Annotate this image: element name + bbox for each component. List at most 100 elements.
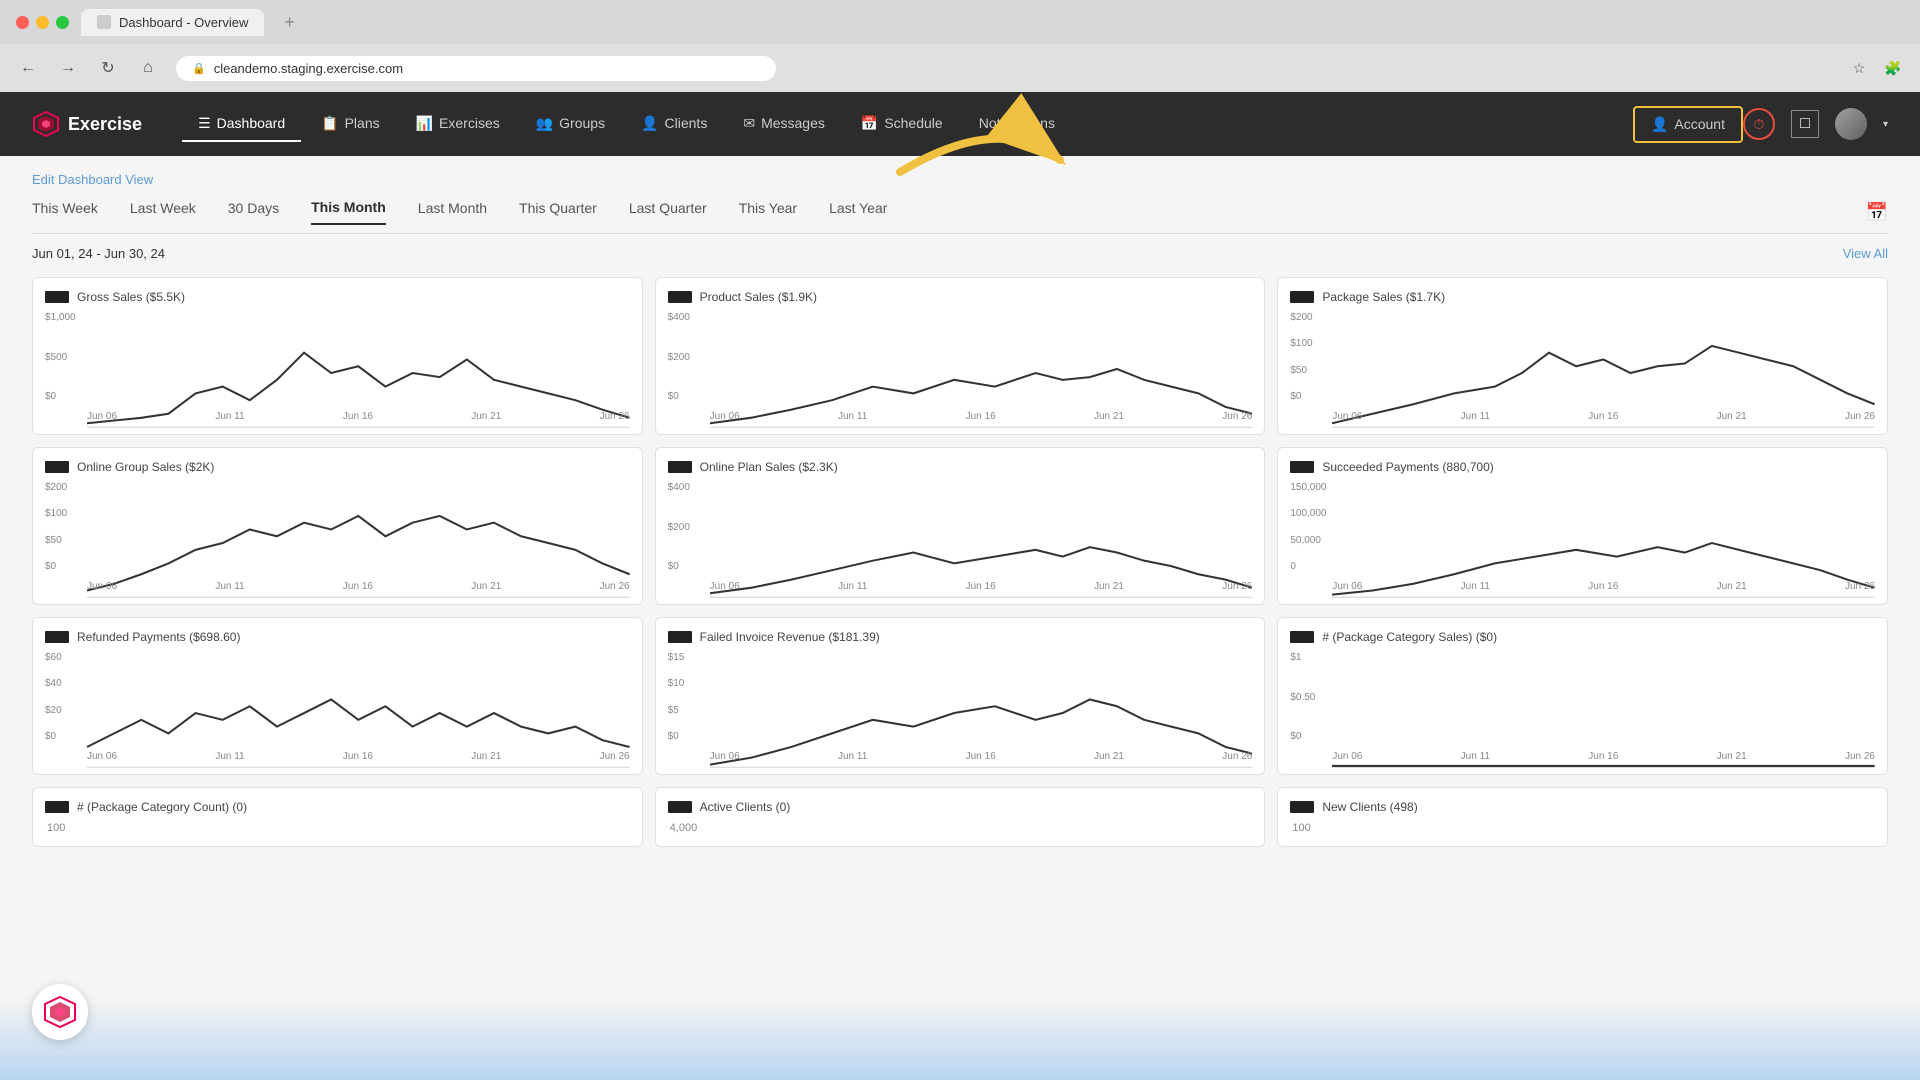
y-labels: $1 $0.50 $0 — [1290, 652, 1330, 742]
x-labels: Jun 06 Jun 11 Jun 16 Jun 21 Jun 26 — [87, 751, 630, 762]
chart-header: Failed Invoice Revenue ($181.39) — [668, 630, 1253, 644]
address-bar[interactable]: 🔒 cleandemo.staging.exercise.com — [176, 56, 776, 81]
chart-refunded-payments: Refunded Payments ($698.60) $60 $40 $20 … — [32, 617, 643, 775]
browser-tab[interactable]: Dashboard - Overview — [81, 9, 264, 36]
chart-legend-box — [668, 631, 692, 643]
y-labels: 150,000 100,000 50,000 0 — [1290, 482, 1330, 572]
groups-icon: 👥 — [536, 115, 553, 132]
nav-label-account: Account — [1674, 116, 1725, 132]
app-logo[interactable]: Exercise — [32, 110, 142, 138]
nav-item-schedule[interactable]: 📅 Schedule — [845, 107, 959, 142]
view-all-link[interactable]: View All — [1843, 246, 1888, 261]
avatar-image — [1835, 108, 1867, 140]
extension-icon[interactable]: 🧩 — [1882, 57, 1904, 79]
chart-title: # (Package Category Sales) ($0) — [1322, 630, 1497, 644]
floating-logo-icon — [42, 994, 78, 1030]
chart-title: Product Sales ($1.9K) — [700, 290, 817, 304]
chart-package-sales: Package Sales ($1.7K) $200 $100 $50 $0 J… — [1277, 277, 1888, 435]
forward-button[interactable]: → — [56, 56, 80, 80]
tab-this-quarter[interactable]: This Quarter — [519, 200, 597, 224]
chart-title: Active Clients (0) — [700, 800, 791, 814]
new-tab-button[interactable]: + — [284, 12, 295, 33]
nav-label-plans: Plans — [345, 115, 380, 131]
y-labels: $200 $100 $50 $0 — [45, 482, 85, 572]
chart-title: Package Sales ($1.7K) — [1322, 290, 1445, 304]
chart-legend-box — [668, 291, 692, 303]
account-icon: 👤 — [1651, 116, 1668, 133]
chart-area: $200 $100 $50 $0 Jun 06 Jun 11 Jun 16 Ju… — [1290, 312, 1875, 422]
avatar[interactable] — [1835, 108, 1867, 140]
y-labels: $1,000 $500 $0 — [45, 312, 85, 402]
chart-title: # (Package Category Count) (0) — [77, 800, 247, 814]
maximize-dot[interactable] — [56, 16, 69, 29]
history-icon[interactable]: ⏱ — [1743, 108, 1775, 140]
chart-title: Succeeded Payments (880,700) — [1322, 460, 1493, 474]
x-labels: Jun 06 Jun 11 Jun 16 Jun 21 Jun 26 — [1332, 581, 1875, 592]
tab-this-month[interactable]: This Month — [311, 199, 386, 225]
charts-grid: Gross Sales ($5.5K) $1,000 $500 $0 Jun 0… — [32, 277, 1888, 775]
window-icon[interactable]: □ — [1791, 110, 1819, 138]
chart-area: $400 $200 $0 Jun 06 Jun 11 Jun 16 Jun 21… — [668, 312, 1253, 422]
chart-header: Product Sales ($1.9K) — [668, 290, 1253, 304]
nav-item-dashboard[interactable]: ☰ Dashboard — [182, 107, 301, 142]
tab-last-week[interactable]: Last Week — [130, 200, 196, 224]
nav-item-exercises[interactable]: 📊 Exercises — [400, 107, 516, 142]
nav-label-clients: Clients — [665, 115, 708, 131]
close-dot[interactable] — [16, 16, 29, 29]
chart-header: # (Package Category Count) (0) — [45, 800, 630, 814]
exercises-icon: 📊 — [416, 115, 433, 132]
nav-item-groups[interactable]: 👥 Groups — [520, 107, 621, 142]
main-content: Edit Dashboard View This Week Last Week … — [0, 156, 1920, 1080]
nav-item-plans[interactable]: 📋 Plans — [305, 107, 395, 142]
browser-toolbar-right: ☆ 🧩 — [1848, 57, 1904, 79]
chart-succeeded-payments: Succeeded Payments (880,700) 150,000 100… — [1277, 447, 1888, 605]
nav-item-clients[interactable]: 👤 Clients — [625, 107, 723, 142]
refresh-button[interactable]: ↻ — [96, 56, 120, 80]
home-button[interactable]: ⌂ — [136, 56, 160, 80]
tab-last-quarter[interactable]: Last Quarter — [629, 200, 707, 224]
calendar-icon[interactable]: 📅 — [1866, 202, 1888, 223]
tab-this-year[interactable]: This Year — [739, 200, 797, 224]
nav-label-dashboard: Dashboard — [217, 115, 286, 131]
nav-item-account[interactable]: 👤 Account — [1633, 106, 1743, 143]
chart-area: $200 $100 $50 $0 Jun 06 Jun 11 Jun 16 Ju… — [45, 482, 630, 592]
nav-label-notifications: Notifications — [979, 115, 1055, 131]
chart-header: Online Group Sales ($2K) — [45, 460, 630, 474]
back-button[interactable]: ← — [16, 56, 40, 80]
chart-header: Succeeded Payments (880,700) — [1290, 460, 1875, 474]
tab-30-days[interactable]: 30 Days — [228, 200, 279, 224]
edit-dashboard-link[interactable]: Edit Dashboard View — [32, 172, 1888, 187]
chart-header: Package Sales ($1.7K) — [1290, 290, 1875, 304]
nav-item-notifications[interactable]: Notifications — [963, 107, 1071, 141]
chart-product-sales: Product Sales ($1.9K) $400 $200 $0 Jun 0… — [655, 277, 1266, 435]
date-tabs: This Week Last Week 30 Days This Month L… — [32, 199, 1888, 234]
nav-item-messages[interactable]: ✉ Messages — [727, 107, 841, 142]
y-labels: $15 $10 $5 $0 — [668, 652, 708, 742]
tab-favicon — [97, 15, 111, 29]
dashboard-icon: ☰ — [198, 115, 211, 132]
chart-area: 150,000 100,000 50,000 0 Jun 06 Jun 11 J… — [1290, 482, 1875, 592]
tab-last-year[interactable]: Last Year — [829, 200, 887, 224]
tab-this-week[interactable]: This Week — [32, 200, 98, 224]
chart-y-top: 100 — [45, 822, 630, 834]
x-labels: Jun 06 Jun 11 Jun 16 Jun 21 Jun 26 — [87, 581, 630, 592]
chart-header: # (Package Category Sales) ($0) — [1290, 630, 1875, 644]
app-logo-text: Exercise — [68, 114, 142, 135]
avatar-dropdown-icon[interactable]: ▾ — [1883, 119, 1888, 130]
tab-last-month[interactable]: Last Month — [418, 200, 487, 224]
charts-grid-bottom: # (Package Category Count) (0) 100 Activ… — [32, 787, 1888, 847]
x-labels: Jun 06 Jun 11 Jun 16 Jun 21 Jun 26 — [710, 751, 1253, 762]
chart-legend-box — [45, 291, 69, 303]
logo-icon — [32, 110, 60, 138]
minimize-dot[interactable] — [36, 16, 49, 29]
x-labels: Jun 06 Jun 11 Jun 16 Jun 21 Jun 26 — [1332, 751, 1875, 762]
x-labels: Jun 06 Jun 11 Jun 16 Jun 21 Jun 26 — [710, 411, 1253, 422]
chart-area: $1,000 $500 $0 Jun 06 Jun 11 Jun 16 Jun … — [45, 312, 630, 422]
chart-online-plan-sales: Online Plan Sales ($2.3K) $400 $200 $0 J… — [655, 447, 1266, 605]
tab-title: Dashboard - Overview — [119, 15, 248, 30]
x-labels: Jun 06 Jun 11 Jun 16 Jun 21 Jun 26 — [1332, 411, 1875, 422]
bookmark-star-icon[interactable]: ☆ — [1848, 57, 1870, 79]
chart-title: Online Group Sales ($2K) — [77, 460, 214, 474]
schedule-icon: 📅 — [861, 115, 878, 132]
floating-logo[interactable] — [32, 984, 88, 1040]
